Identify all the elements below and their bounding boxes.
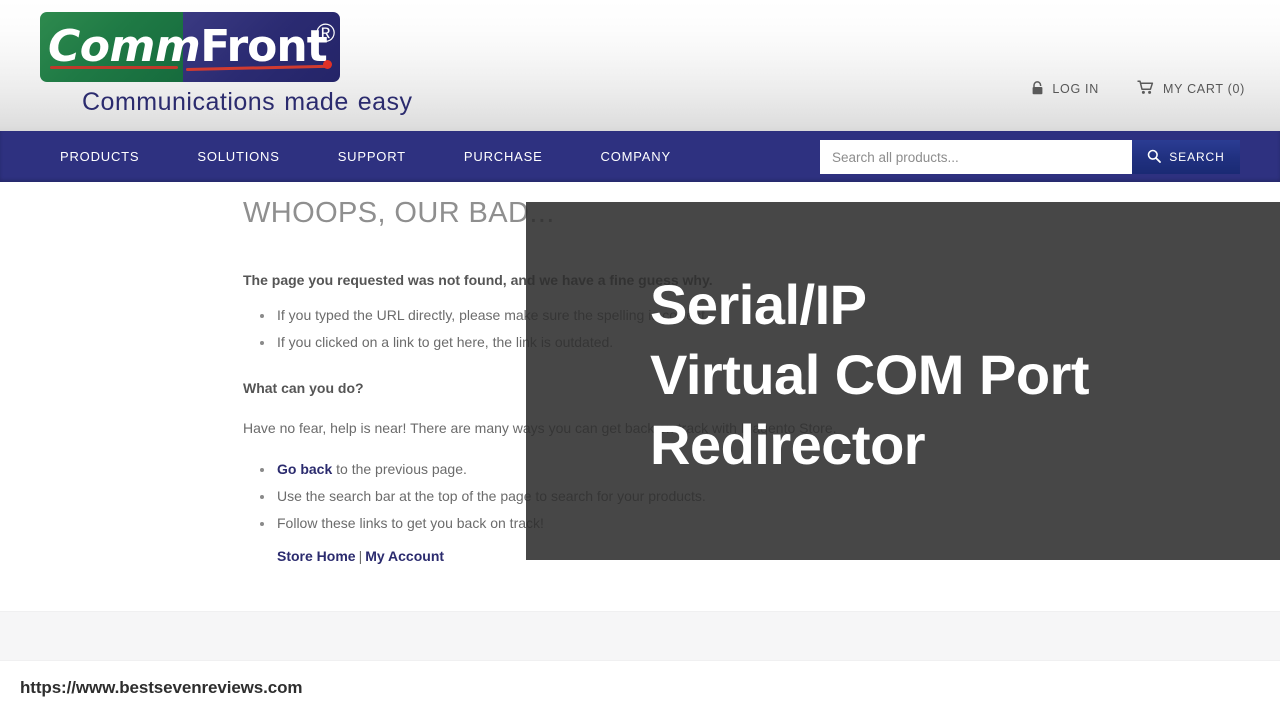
promo-overlay-headline: Serial/IP Virtual COM Port Redirector [650, 273, 1090, 476]
promo-overlay[interactable]: Serial/IP Virtual COM Port Redirector [526, 202, 1280, 560]
logo-word-comm: Comm [48, 21, 201, 72]
login-label: LOG IN [1052, 82, 1099, 96]
url-text: https://www.bestsevenreviews.com [20, 678, 303, 697]
cart-label: MY CART (0) [1162, 82, 1245, 96]
magnifier-icon [1147, 149, 1162, 166]
login-link[interactable]: LOG IN [1032, 80, 1099, 98]
site-header: CommFront ® Communications made easy LOG I… [0, 0, 1280, 131]
logo-wordmark: CommFront [40, 12, 340, 82]
logo-underline-left [50, 66, 178, 69]
page-root: CommFront ® Communications made easy LOG I… [0, 0, 1280, 720]
footer-gray-band [0, 611, 1280, 661]
follow-links-text: Follow these links to get you back on tr… [277, 515, 544, 531]
nav-item-company[interactable]: COMPANY [583, 131, 689, 182]
links-separator: | [358, 548, 363, 564]
logo-tagline: Communications made easy [82, 88, 413, 117]
tagline-word-2: made [284, 88, 349, 116]
browser-url-bar: https://www.bestsevenreviews.com [0, 661, 1280, 720]
store-home-link[interactable]: Store Home [277, 548, 356, 564]
nav-items: PRODUCTS SOLUTIONS SUPPORT PURCHASE COMP… [45, 131, 711, 182]
go-back-rest-text: to the previous page. [332, 461, 467, 477]
logo-red-dot [323, 60, 332, 69]
cart-icon [1137, 80, 1154, 98]
go-back-link[interactable]: Go back [277, 461, 332, 477]
my-account-link[interactable]: My Account [365, 548, 444, 564]
lock-icon [1032, 80, 1043, 98]
tagline-word-3: easy [357, 88, 413, 116]
nav-item-purchase[interactable]: PURCHASE [446, 131, 561, 182]
search-bar: SEARCH [820, 140, 1240, 174]
logo-badge: CommFront ® [40, 12, 340, 82]
tagline-word-1: Communications [82, 88, 276, 116]
site-logo[interactable]: CommFront ® Communications made easy [40, 12, 412, 117]
nav-item-support[interactable]: SUPPORT [320, 131, 424, 182]
nav-item-products[interactable]: PRODUCTS [45, 131, 157, 182]
search-button[interactable]: SEARCH [1132, 140, 1240, 174]
registered-trademark-icon: ® [316, 18, 336, 48]
nav-item-solutions[interactable]: SOLUTIONS [179, 131, 297, 182]
search-input[interactable] [820, 140, 1132, 174]
header-utility-links: LOG IN MY CART (0) [1032, 80, 1245, 98]
search-button-label: SEARCH [1169, 150, 1225, 164]
cart-link[interactable]: MY CART (0) [1137, 80, 1245, 98]
